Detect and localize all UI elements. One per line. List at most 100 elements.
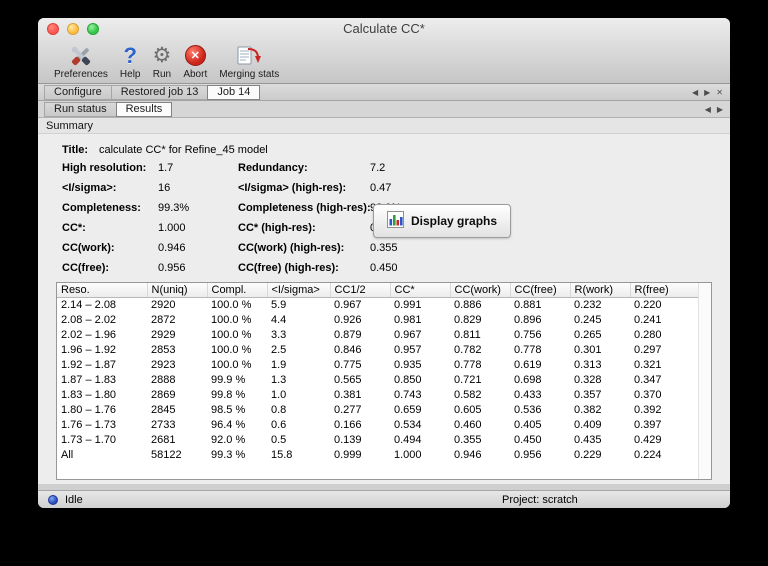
table-row[interactable]: 2.08 – 2.02 2872 100.0 % 4.4 0.926 0.981… bbox=[57, 313, 711, 328]
cell-cc-free: 0.450 bbox=[514, 434, 542, 446]
cell-cc-work: 0.811 bbox=[454, 329, 481, 341]
column-header[interactable]: CC(work) bbox=[450, 283, 511, 298]
column-header[interactable]: Reso. bbox=[57, 283, 148, 298]
cell-compl: 99.8 % bbox=[211, 389, 246, 401]
cell-nuniq: 58122 bbox=[151, 449, 182, 461]
cell-r-work: 0.357 bbox=[574, 389, 602, 401]
tab-scroll-left-icon[interactable]: ◀ bbox=[692, 88, 698, 97]
cell-cc-work: 0.946 bbox=[454, 449, 482, 461]
preferences-icon bbox=[68, 42, 94, 69]
column-header[interactable]: CC* bbox=[390, 283, 451, 298]
summary-value-2: 0.47 bbox=[370, 182, 392, 194]
merging-stats-label: Merging stats bbox=[219, 69, 280, 80]
tab-run-status[interactable]: Run status bbox=[44, 101, 117, 117]
summary-label-2: CC(free) (high-res): bbox=[238, 262, 339, 274]
cell-isigma: 0.6 bbox=[271, 419, 287, 431]
cell-cc-half: 0.926 bbox=[334, 314, 362, 326]
toolbar: Preferences ? Help ⚙ Run ✕ Abort Merging… bbox=[38, 40, 730, 83]
cell-cc-half: 0.166 bbox=[334, 419, 362, 431]
summary-value-1: 0.946 bbox=[158, 242, 186, 254]
cell-cc-half: 0.999 bbox=[334, 449, 362, 461]
zoom-window-button[interactable] bbox=[87, 23, 99, 35]
column-header[interactable]: CC(free) bbox=[510, 283, 571, 298]
cell-cc-star: 0.743 bbox=[394, 389, 422, 401]
cell-cc-half: 0.565 bbox=[334, 374, 362, 386]
display-graphs-button[interactable]: Display graphs bbox=[373, 204, 512, 238]
table-row[interactable]: 1.87 – 1.83 2888 99.9 % 1.3 0.565 0.850 … bbox=[57, 373, 711, 388]
table-row[interactable]: 1.80 – 1.76 2845 98.5 % 0.8 0.277 0.659 … bbox=[57, 403, 711, 418]
table-row[interactable]: 2.02 – 1.96 2929 100.0 % 3.3 0.879 0.967… bbox=[57, 328, 711, 343]
tab-job-14[interactable]: Job 14 bbox=[207, 84, 261, 100]
column-header[interactable]: CC1/2 bbox=[330, 283, 391, 298]
cell-reso: 1.87 – 1.83 bbox=[61, 374, 117, 386]
preferences-button[interactable]: Preferences bbox=[48, 42, 114, 80]
table-row[interactable]: 2.14 – 2.08 2920 100.0 % 5.9 0.967 0.991… bbox=[57, 298, 711, 314]
cell-cc-free: 0.698 bbox=[514, 374, 542, 386]
cell-cc-work: 0.829 bbox=[454, 314, 482, 326]
tab-configure[interactable]: Configure bbox=[44, 84, 112, 100]
cell-cc-half: 0.879 bbox=[334, 329, 362, 341]
run-button[interactable]: ⚙ Run bbox=[147, 42, 178, 81]
abort-button[interactable]: ✕ Abort bbox=[177, 42, 213, 80]
cell-nuniq: 2929 bbox=[151, 329, 176, 341]
cell-reso: All bbox=[61, 449, 74, 461]
table-row[interactable]: 1.92 – 1.87 2923 100.0 % 1.9 0.775 0.935… bbox=[57, 358, 711, 373]
tab-results[interactable]: Results bbox=[115, 101, 173, 117]
summary-label-1: CC(free): bbox=[62, 262, 110, 274]
table-row[interactable]: 1.73 – 1.70 2681 92.0 % 0.5 0.139 0.494 … bbox=[57, 433, 711, 448]
summary-label-2: Redundancy: bbox=[238, 162, 308, 174]
cell-reso: 2.02 – 1.96 bbox=[61, 329, 117, 341]
table-scrollbar[interactable] bbox=[698, 283, 711, 479]
cell-cc-work: 0.782 bbox=[454, 344, 482, 356]
table-row[interactable]: 1.76 – 1.73 2733 96.4 % 0.6 0.166 0.534 … bbox=[57, 418, 711, 433]
summary-row: <I/sigma>: 16 <I/sigma> (high-res): 0.47 bbox=[56, 178, 712, 198]
column-header[interactable]: N(uniq) bbox=[147, 283, 208, 298]
cell-cc-free: 0.778 bbox=[514, 344, 542, 356]
table-row[interactable]: 1.83 – 1.80 2869 99.8 % 1.0 0.381 0.743 … bbox=[57, 388, 711, 403]
cell-cc-work: 0.460 bbox=[454, 419, 482, 431]
cell-r-work: 0.301 bbox=[574, 344, 602, 356]
cell-isigma: 3.3 bbox=[271, 329, 287, 341]
merging-stats-icon bbox=[236, 42, 262, 69]
cell-reso: 1.83 – 1.80 bbox=[61, 389, 117, 401]
column-header[interactable]: R(work) bbox=[570, 283, 631, 298]
cell-reso: 1.80 – 1.76 bbox=[61, 404, 117, 416]
table-row[interactable]: 1.96 – 1.92 2853 100.0 % 2.5 0.846 0.957… bbox=[57, 343, 711, 358]
tab-scroll-right-icon[interactable]: ▶ bbox=[704, 88, 710, 97]
cell-compl: 98.5 % bbox=[211, 404, 246, 416]
cell-cc-work: 0.778 bbox=[454, 359, 482, 371]
cell-reso: 1.96 – 1.92 bbox=[61, 344, 117, 356]
summary-title-row: Title: calculate CC* for Refine_45 model bbox=[56, 142, 712, 158]
tab-close-icon[interactable]: ✕ bbox=[716, 88, 723, 97]
cell-cc-free: 0.756 bbox=[514, 329, 542, 341]
summary-value-1: 16 bbox=[158, 182, 171, 194]
summary-label-1: Completeness: bbox=[62, 202, 141, 214]
titlebar[interactable]: Calculate CC* bbox=[38, 18, 730, 40]
merging-stats-button[interactable]: Merging stats bbox=[213, 42, 285, 80]
status-bar: Idle Project: scratch bbox=[38, 490, 730, 508]
result-tab-scroll-left-icon[interactable]: ◀ bbox=[705, 105, 711, 114]
summary-value-2: 7.2 bbox=[370, 162, 386, 174]
help-button[interactable]: ? Help bbox=[114, 42, 147, 80]
close-window-button[interactable] bbox=[47, 23, 59, 35]
column-header[interactable]: <I/sigma> bbox=[267, 283, 331, 298]
summary-row: High resolution: 1.7 Redundancy: 7.2 bbox=[56, 158, 712, 178]
table-row[interactable]: All 58122 99.3 % 15.8 0.999 1.000 0.946 … bbox=[57, 448, 711, 463]
cell-compl: 92.0 % bbox=[211, 434, 246, 446]
cell-compl: 100.0 % bbox=[211, 344, 252, 356]
tab-restored-job-13[interactable]: Restored job 13 bbox=[110, 84, 209, 100]
cell-compl: 99.9 % bbox=[211, 374, 246, 386]
cell-cc-half: 0.775 bbox=[334, 359, 362, 371]
run-gear-icon: ⚙ bbox=[152, 43, 172, 67]
app-window: Calculate CC* Preferences ? Help ⚙ Run ✕… bbox=[38, 18, 730, 508]
column-header[interactable]: Compl. bbox=[207, 283, 268, 298]
cell-cc-work: 0.582 bbox=[454, 389, 482, 401]
cell-reso: 1.73 – 1.70 bbox=[61, 434, 117, 446]
minimize-window-button[interactable] bbox=[67, 23, 79, 35]
cell-cc-half: 0.381 bbox=[334, 389, 362, 401]
result-tab-scroll-right-icon[interactable]: ▶ bbox=[717, 105, 723, 114]
summary-value-2: 0.450 bbox=[370, 262, 398, 274]
cell-cc-free: 0.405 bbox=[514, 419, 542, 431]
cell-cc-star: 0.494 bbox=[394, 434, 422, 446]
cell-cc-star: 0.850 bbox=[394, 374, 422, 386]
